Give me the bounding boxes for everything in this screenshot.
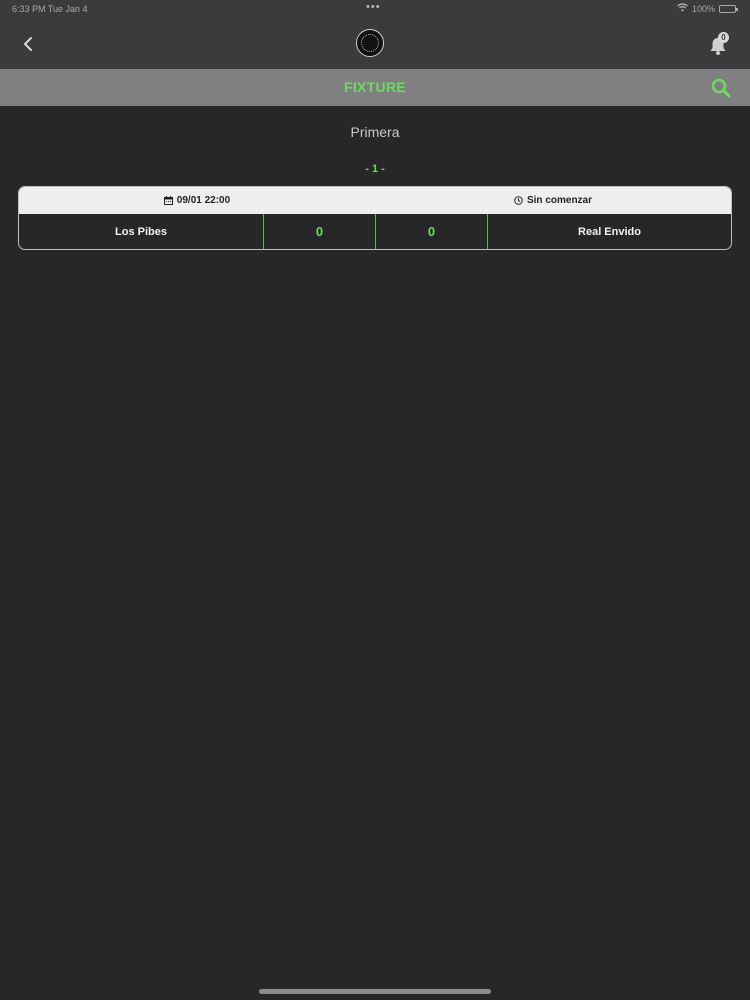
status-indicators: 100% xyxy=(677,3,738,14)
match-status: Sin comenzar xyxy=(375,195,731,206)
page-title: FIXTURE xyxy=(344,79,406,95)
multitasking-dots-icon[interactable]: ••• xyxy=(366,1,381,13)
wifi-icon xyxy=(677,3,688,14)
category-label: Primera xyxy=(350,124,400,140)
back-button[interactable] xyxy=(18,34,38,54)
battery-icon xyxy=(719,4,738,13)
notification-count-badge: 0 xyxy=(718,32,729,43)
notifications-button[interactable]: 0 xyxy=(707,32,733,56)
match-status-text: Sin comenzar xyxy=(526,195,593,206)
away-team: Real Envido xyxy=(578,225,641,238)
search-button[interactable] xyxy=(710,77,732,99)
club-logo xyxy=(356,29,384,57)
match-datetime: 09/01 22:00 xyxy=(19,195,375,206)
clock-icon xyxy=(514,196,523,205)
match-score-row: Los Pibes 0 0 Real Envido xyxy=(19,214,731,249)
home-indicator[interactable] xyxy=(259,989,491,994)
calendar-icon xyxy=(163,196,173,205)
battery-percent: 100% xyxy=(691,3,715,14)
search-icon xyxy=(711,78,731,98)
home-score: 0 xyxy=(263,214,375,249)
match-header: 09/01 22:00 Sin comenzar xyxy=(19,187,731,214)
title-bar: FIXTURE xyxy=(0,69,750,106)
round-label: - 1 - xyxy=(365,163,385,175)
match-datetime-text: 09/01 22:00 xyxy=(176,195,231,206)
status-time-date: 6:33 PM Tue Jan 4 xyxy=(12,4,88,14)
screen: 6:33 PM Tue Jan 4 ••• 100% 0 FIXTURE Pri… xyxy=(0,0,750,1000)
match-card[interactable]: 09/01 22:00 Sin comenzar Los Pibes 0 0 R… xyxy=(18,186,732,250)
top-navigation-bar: 6:33 PM Tue Jan 4 ••• 100% 0 xyxy=(0,0,750,69)
home-team: Los Pibes xyxy=(115,225,167,238)
chevron-left-icon xyxy=(24,37,32,51)
away-score: 0 xyxy=(375,214,487,249)
logo-emblem xyxy=(361,34,379,52)
